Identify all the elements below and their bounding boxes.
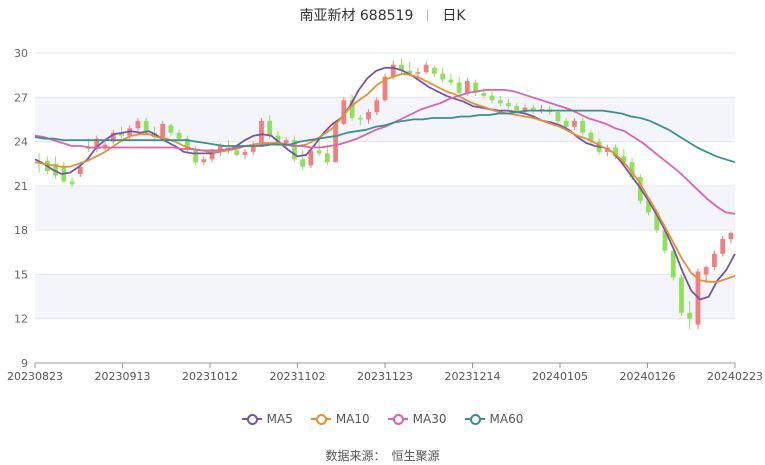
candle-body <box>176 132 182 139</box>
legend-label: MA10 <box>335 412 370 426</box>
candle-body <box>464 81 470 93</box>
candle-body <box>168 125 174 133</box>
legend-marker <box>464 413 485 425</box>
candle-body <box>390 64 396 77</box>
grid-band <box>35 185 735 231</box>
candle-body <box>259 120 264 145</box>
legend-item-ma60[interactable]: MA60 <box>464 412 524 426</box>
candlestick-chart: 9 12 15 18 21 24 27 30 20230823 20230913 20231012 2… <box>7 47 763 383</box>
candle-body <box>333 123 338 163</box>
candle-body <box>497 100 503 104</box>
candle-body <box>201 159 207 163</box>
y-tick-label: 21 <box>14 180 28 193</box>
candle-body <box>679 277 684 313</box>
candle-body <box>366 112 371 120</box>
legend-item-ma10[interactable]: MA10 <box>310 412 370 426</box>
candle <box>382 73 388 102</box>
chart-legend: MA5 MA10 MA30 MA60 <box>0 412 765 428</box>
candle <box>679 274 684 316</box>
data-source: 数据来源： 恒生聚源 <box>0 447 765 464</box>
candle <box>324 144 330 166</box>
x-tick-label: 20240223 <box>707 370 763 383</box>
candle-body <box>160 123 166 138</box>
candle-body <box>316 150 322 154</box>
candle-body <box>572 120 577 127</box>
y-tick-label: 15 <box>14 268 28 281</box>
x-tick-label: 20240126 <box>620 370 676 383</box>
x-tick-label: 20231123 <box>357 370 413 383</box>
candle-body <box>712 253 717 268</box>
candle-body <box>267 120 273 136</box>
candle <box>456 76 462 96</box>
x-tick-label: 20230913 <box>95 370 151 383</box>
y-tick-label: 9 <box>21 357 28 370</box>
candle <box>423 61 429 74</box>
candle-body <box>456 82 462 93</box>
y-tick-label: 30 <box>14 47 28 60</box>
legend-marker <box>241 413 262 425</box>
candle <box>728 231 734 244</box>
y-tick-label: 24 <box>14 136 28 149</box>
source-label: 数据来源： <box>325 449 386 463</box>
candle <box>300 150 306 170</box>
candle <box>259 117 264 146</box>
legend-item-ma30[interactable]: MA30 <box>387 412 447 426</box>
x-tick-label: 20231214 <box>445 370 501 383</box>
candle-body <box>728 233 734 239</box>
legend-label: MA5 <box>266 412 293 426</box>
candle-body <box>506 103 511 107</box>
candle-body <box>489 95 495 101</box>
candle <box>432 66 437 77</box>
y-tick-label: 12 <box>14 313 28 326</box>
candle-body <box>481 92 487 96</box>
candle-body <box>242 151 248 155</box>
candle-body <box>135 120 141 129</box>
candle-body <box>563 120 569 127</box>
candle-body <box>720 239 726 254</box>
candle <box>473 79 478 96</box>
legend-label: MA30 <box>412 412 447 426</box>
candle-body <box>448 79 454 83</box>
candle-body <box>415 72 421 74</box>
candle <box>440 67 446 83</box>
source-name: 恒生聚源 <box>391 449 440 463</box>
candle <box>102 141 108 151</box>
y-tick-label: 18 <box>14 224 28 237</box>
candle-body <box>374 100 380 113</box>
x-tick-label: 20231012 <box>182 370 238 383</box>
x-tick-label: 20240105 <box>532 370 588 383</box>
candle-body <box>283 140 289 144</box>
legend-marker <box>310 413 331 425</box>
grid-band <box>35 274 735 319</box>
legend-label: MA60 <box>489 412 524 426</box>
candle-body <box>357 117 363 120</box>
legend-item-ma5[interactable]: MA5 <box>241 412 293 426</box>
candle-body <box>432 67 437 74</box>
candle-body <box>580 120 586 133</box>
candle <box>201 156 207 166</box>
candle-body <box>687 312 693 319</box>
candle-body <box>300 159 306 167</box>
candle-body <box>423 64 429 73</box>
candle-body <box>234 150 240 155</box>
candle <box>242 148 248 160</box>
candle-body <box>324 153 330 163</box>
x-tick-label: 20231102 <box>270 370 326 383</box>
x-tick-label: 20230823 <box>7 370 63 383</box>
y-tick-label: 27 <box>14 91 28 104</box>
candle <box>720 236 726 257</box>
legend-marker <box>387 413 408 425</box>
candle <box>712 250 717 270</box>
candle <box>53 156 58 179</box>
candle-body <box>555 112 561 121</box>
candle-body <box>440 73 446 80</box>
candle-body <box>670 250 676 278</box>
candle-body <box>703 267 709 275</box>
candle-body <box>193 148 198 163</box>
candle <box>448 73 454 86</box>
candle-body <box>69 181 75 185</box>
